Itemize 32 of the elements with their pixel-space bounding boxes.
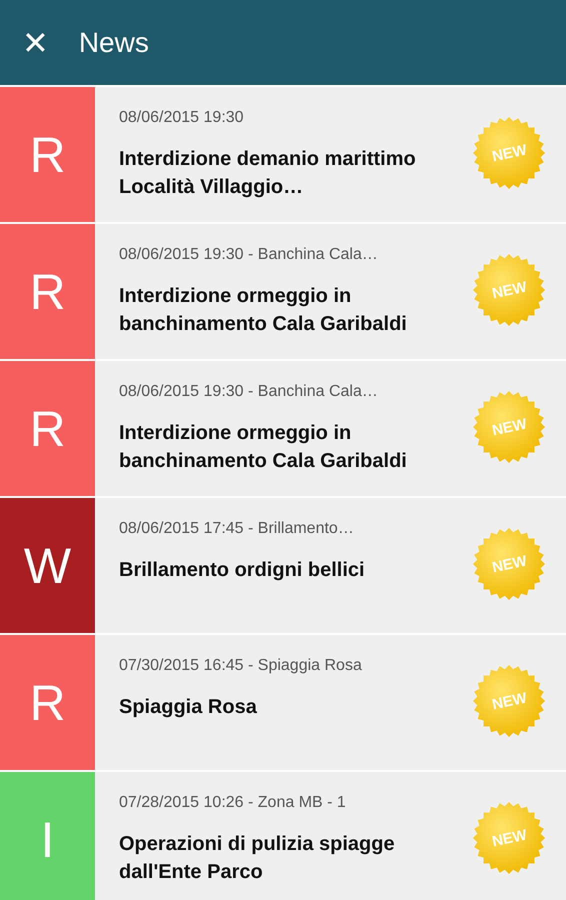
news-item[interactable]: R 08/06/2015 19:30 - Banchina Cala… Interdizione ormeggio in banchinamento Cala Garibaldi NEW bbox=[0, 224, 566, 359]
news-title: Brillamento ordigni bellici bbox=[119, 558, 366, 583]
news-title: Interdizione ormeggio in banchinamento Cala Garibaldi bbox=[119, 284, 408, 337]
news-meta: 08/06/2015 17:45 - Brillamento… bbox=[119, 520, 355, 538]
new-badge: NEW bbox=[473, 391, 545, 463]
category-letter: I bbox=[0, 772, 95, 900]
category-letter: R bbox=[0, 224, 95, 359]
category-letter: R bbox=[0, 361, 95, 496]
new-badge: NEW bbox=[473, 802, 545, 874]
category-letter: R bbox=[0, 635, 95, 770]
news-meta: 08/06/2015 19:30 - Banchina Cala… bbox=[119, 383, 379, 401]
news-item[interactable]: R 08/06/2015 19:30 - Banchina Cala… Interdizione ormeggio in banchinamento Cala Garibaldi NEW bbox=[0, 361, 566, 496]
news-meta: 07/28/2015 10:26 - Zona MB - 1 bbox=[119, 794, 347, 812]
news-item[interactable]: I 07/28/2015 10:26 - Zona MB - 1 Operazioni di pulizia spiagge dall'Ente Parco NEW bbox=[0, 772, 566, 900]
page-title: News bbox=[78, 26, 149, 58]
news-title: Spiaggia Rosa bbox=[119, 695, 258, 720]
news-title: Interdizione ormeggio in banchinamento Cala Garibaldi bbox=[119, 421, 408, 474]
new-badge: NEW bbox=[473, 528, 545, 600]
news-meta: 07/30/2015 16:45 - Spiaggia Rosa bbox=[119, 657, 363, 675]
new-badge: NEW bbox=[473, 254, 545, 326]
news-item[interactable]: W 08/06/2015 17:45 - Brillamento… Brillamento ordigni bellici NEW bbox=[0, 498, 566, 633]
news-meta: 08/06/2015 19:30 bbox=[119, 109, 245, 127]
news-meta: 08/06/2015 19:30 - Banchina Cala… bbox=[119, 246, 379, 264]
new-badge: NEW bbox=[473, 665, 545, 737]
new-badge: NEW bbox=[473, 117, 545, 189]
news-title: Interdizione demanio marittimo Località Villaggio… bbox=[119, 147, 417, 200]
close-button[interactable]: ✕ bbox=[22, 26, 49, 58]
news-item[interactable]: R 07/30/2015 16:45 - Spiaggia Rosa Spiaggia Rosa NEW bbox=[0, 635, 566, 770]
category-letter: W bbox=[0, 498, 95, 633]
category-letter: R bbox=[0, 87, 95, 222]
news-item[interactable]: R 08/06/2015 19:30 Interdizione demanio marittimo Località Villaggio… NEW bbox=[0, 87, 566, 222]
news-title: Operazioni di pulizia spiagge dall'Ente Parco bbox=[119, 832, 396, 885]
